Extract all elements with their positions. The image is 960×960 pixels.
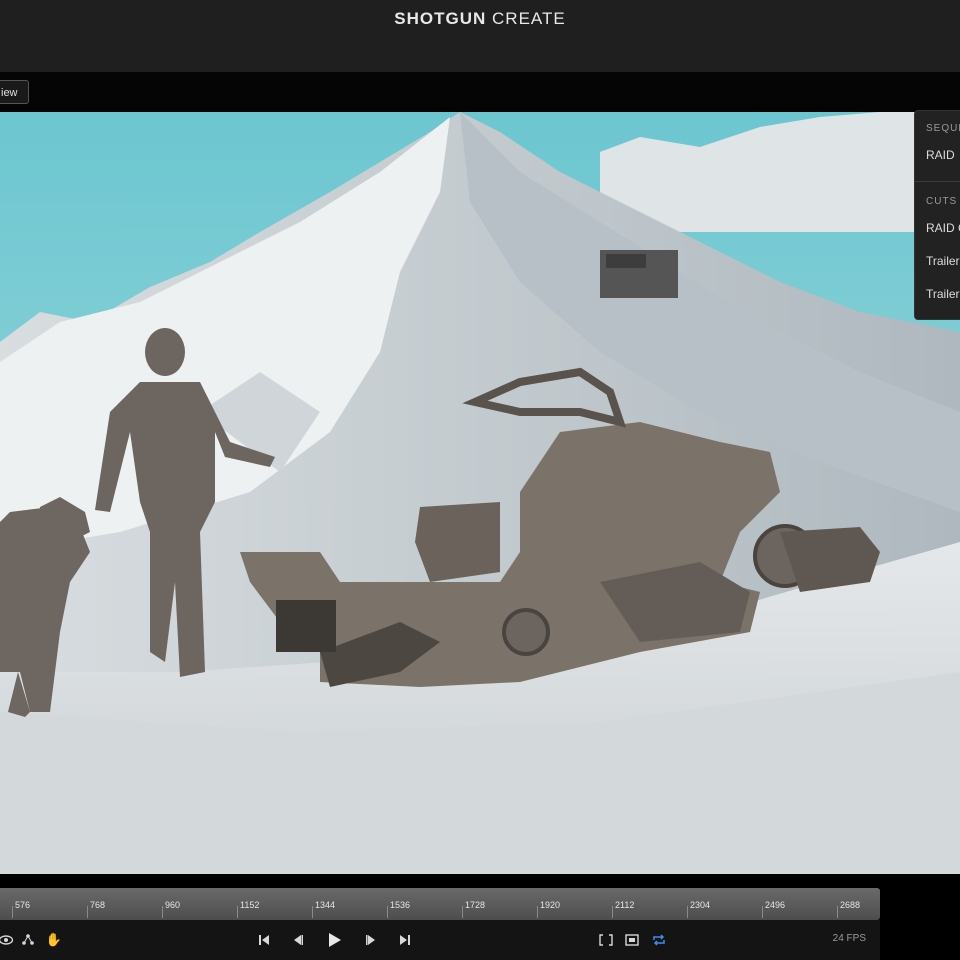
- tick-label: 1536: [390, 900, 411, 910]
- fps-readout: 24 FPS: [832, 933, 866, 944]
- tick-mark: [387, 906, 388, 918]
- skip-end-icon[interactable]: [395, 930, 415, 950]
- tick-mark: [12, 906, 13, 918]
- review-button[interactable]: iew: [0, 80, 29, 104]
- title-bar: SHOTGUN CREATE: [0, 0, 960, 73]
- sequence-item[interactable]: RAID: [926, 148, 955, 162]
- cut-item[interactable]: Trailer: [926, 254, 960, 268]
- tick-mark: [237, 906, 238, 918]
- step-back-icon[interactable]: [288, 930, 308, 950]
- play-icon[interactable]: [324, 930, 344, 950]
- hand-icon[interactable]: ✋: [44, 930, 64, 950]
- step-forward-icon[interactable]: [361, 930, 381, 950]
- nodes-icon[interactable]: [18, 930, 38, 950]
- toolbar: iew: [0, 72, 960, 112]
- tick-mark: [837, 906, 838, 918]
- tick-mark: [762, 906, 763, 918]
- panel-divider: [915, 181, 960, 182]
- cuts-header: CUTS: [926, 196, 958, 207]
- app-title-bold: SHOTGUN: [394, 9, 487, 28]
- cut-item[interactable]: RAID C: [926, 221, 960, 235]
- loop-icon[interactable]: [649, 930, 669, 950]
- tick-label: 576: [15, 900, 31, 910]
- tick-mark: [537, 906, 538, 918]
- screen-icon[interactable]: [622, 930, 642, 950]
- tick-label: 2496: [765, 900, 786, 910]
- eye-icon[interactable]: [0, 930, 16, 950]
- tick-label: 2688: [840, 900, 861, 910]
- tick-label: 1344: [315, 900, 336, 910]
- tick-mark: [462, 906, 463, 918]
- tick-label: 768: [90, 900, 106, 910]
- tick-label: 1920: [540, 900, 561, 910]
- tick-mark: [312, 906, 313, 918]
- tick-mark: [87, 906, 88, 918]
- brackets-icon[interactable]: [596, 930, 616, 950]
- tick-mark: [612, 906, 613, 918]
- frame-image: [0, 112, 960, 874]
- tick-mark: [162, 906, 163, 918]
- tick-label: 960: [165, 900, 181, 910]
- tick-label: 2304: [690, 900, 711, 910]
- tick-label: 1152: [240, 900, 260, 910]
- media-viewer[interactable]: [0, 112, 960, 874]
- tick-mark: [687, 906, 688, 918]
- timeline-ruler[interactable]: 576 768 960 1152 1344 1536 1728 1920 211…: [0, 888, 880, 920]
- sequences-header: SEQUE: [926, 123, 960, 134]
- app-title: SHOTGUN CREATE: [0, 9, 960, 29]
- transport-bar: ✋ 24 FPS: [0, 920, 880, 960]
- skip-start-icon[interactable]: [254, 930, 274, 950]
- app-title-light: CREATE: [492, 9, 566, 28]
- tick-label: 2112: [615, 900, 635, 910]
- sequence-panel: SEQUE RAID CUTS RAID C Trailer Trailer: [914, 110, 960, 320]
- cut-item[interactable]: Trailer: [926, 287, 960, 301]
- tick-label: 1728: [465, 900, 486, 910]
